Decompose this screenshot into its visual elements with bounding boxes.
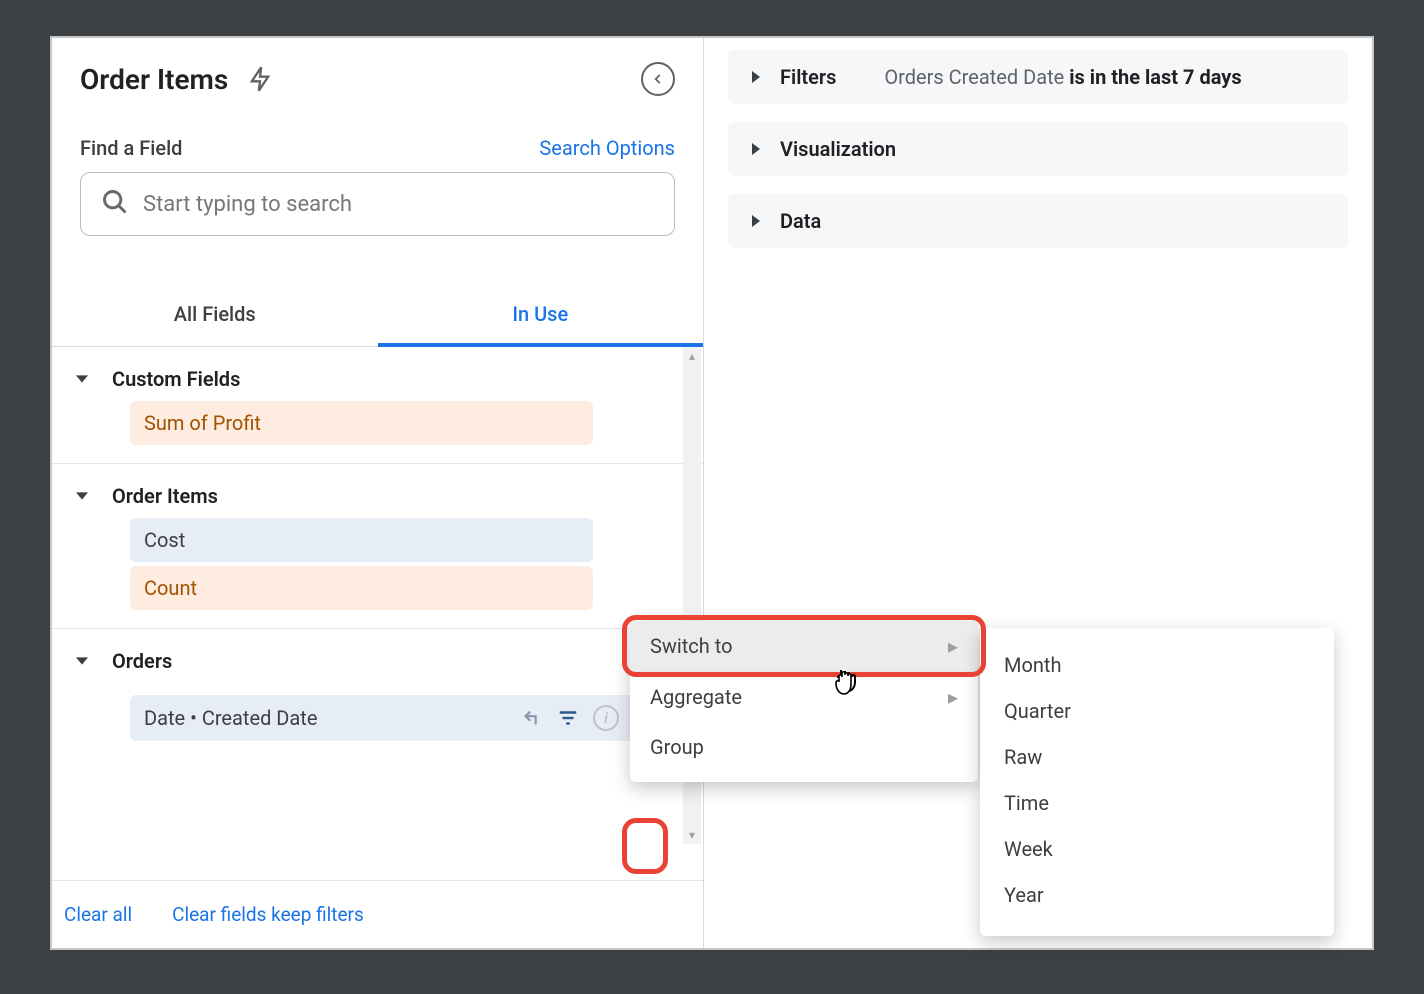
menu-item-label: Switch to [650,634,733,658]
group-custom-fields: Custom Fields Sum of Profit [52,347,703,464]
chevron-right-icon [748,143,766,155]
field-tabs: All Fields In Use [52,280,703,347]
search-icon [101,188,129,220]
field-list: ▴ ▾ Custom Fields Sum of Profit [52,347,703,880]
chevron-right-icon [748,215,766,227]
search-input[interactable] [143,192,654,217]
clear-fields-keep-filters-link[interactable]: Clear fields keep filters [172,903,364,926]
bolt-icon [246,65,274,93]
filter-icon[interactable] [557,707,579,729]
switch-option-month[interactable]: Month [980,642,1334,688]
switch-option-raw[interactable]: Raw [980,734,1334,780]
scroll-down-icon[interactable]: ▾ [683,826,701,844]
chevron-right-icon [748,71,766,83]
panel-title: Order Items [80,63,228,96]
scroll-up-icon[interactable]: ▴ [683,347,701,365]
group-order-items: Order Items Cost Count [52,464,703,629]
field-date-created-date[interactable]: Date • Created Date i [130,695,685,741]
clear-all-link[interactable]: Clear all [64,903,132,926]
menu-item-switch-to[interactable]: Switch to ▸ [630,621,978,671]
caret-down-icon [70,490,94,502]
footer-actions: Clear all Clear fields keep filters [52,880,703,948]
find-field-row: Find a Field Search Options [52,100,703,172]
submenu-arrow-icon: ▸ [948,685,958,709]
group-title: Orders [112,649,172,673]
submenu-arrow-icon: ▸ [948,634,958,658]
menu-item-label: Group [650,735,704,759]
menu-item-aggregate[interactable]: Aggregate ▸ [630,672,978,722]
switch-to-submenu: Month Quarter Raw Time Week Year [980,628,1334,936]
switch-option-quarter[interactable]: Quarter [980,688,1334,734]
search-box[interactable] [80,172,675,236]
menu-item-group[interactable]: Group [630,722,978,772]
panel-title-row: Order Items [52,38,703,100]
group-title: Order Items [112,484,218,508]
group-header-order-items[interactable]: Order Items [52,478,703,518]
section-filters[interactable]: Filters Orders Created Date is in the la… [728,50,1348,104]
field-picker-panel: Order Items Find a Field Search Options … [52,38,704,948]
pivot-icon[interactable] [521,707,543,729]
section-title: Data [780,209,821,233]
tab-all-fields[interactable]: All Fields [52,280,378,346]
search-options-link[interactable]: Search Options [539,136,675,160]
field-sum-of-profit[interactable]: Sum of Profit [130,401,593,445]
switch-option-week[interactable]: Week [980,826,1334,872]
field-label: Date • Created Date [144,706,521,730]
field-context-menu: Switch to ▸ Aggregate ▸ Group [630,621,978,782]
field-count[interactable]: Count [130,566,593,610]
filters-summary: Orders Created Date is in the last 7 day… [884,65,1241,89]
group-header-custom[interactable]: Custom Fields [52,361,703,401]
section-data[interactable]: Data [728,194,1348,248]
section-visualization[interactable]: Visualization [728,122,1348,176]
group-title: Custom Fields [112,367,240,391]
menu-item-label: Aggregate [650,685,742,709]
switch-option-time[interactable]: Time [980,780,1334,826]
collapse-panel-button[interactable] [641,62,675,96]
caret-down-icon [70,373,94,385]
section-title: Filters [780,65,836,89]
caret-down-icon [70,655,94,667]
group-orders: Orders Date • Created Date i [52,629,703,759]
switch-option-year[interactable]: Year [980,872,1334,918]
group-header-orders[interactable]: Orders [52,643,703,683]
info-icon[interactable]: i [593,705,619,731]
section-title: Visualization [780,137,896,161]
find-field-label: Find a Field [80,136,182,160]
field-cost[interactable]: Cost [130,518,593,562]
tab-in-use[interactable]: In Use [378,280,704,346]
